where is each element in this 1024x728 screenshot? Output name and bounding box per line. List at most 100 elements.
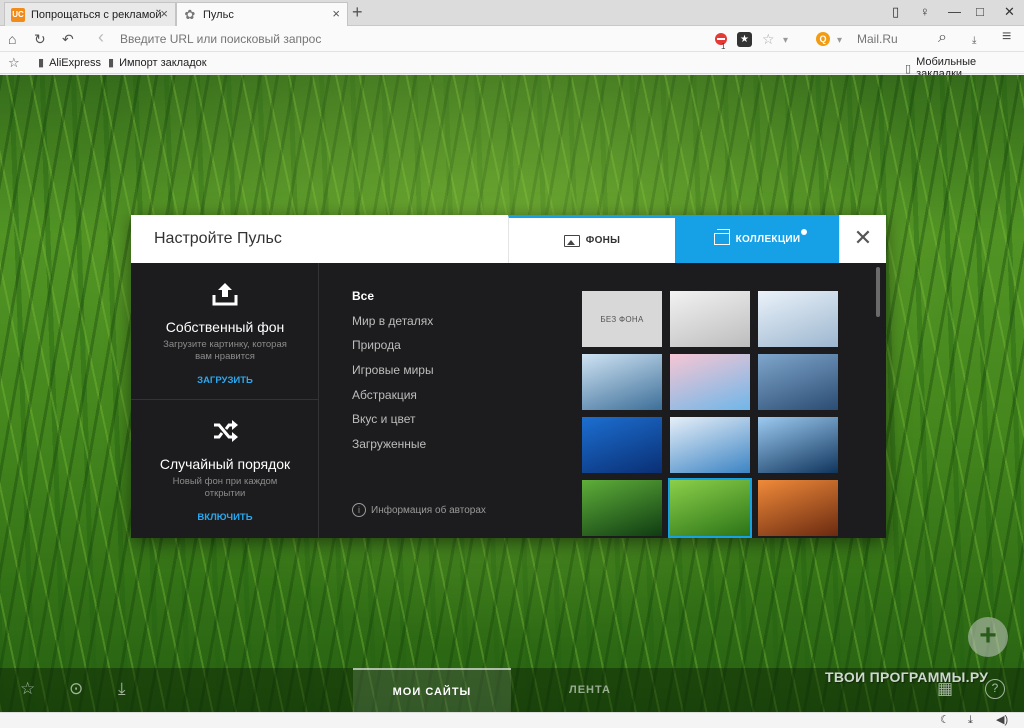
customize-pulse-dialog: Настройте Пульс ФОНЫ КОЛЛЕКЦИИ ✕ Собстве… [131, 215, 886, 538]
tab-label: Попрощаться с рекламой [31, 8, 162, 21]
random-order-section: Случайный порядок Новый фон при каждом о… [131, 400, 319, 538]
own-background-desc: Загрузите картинку, которая вам нравится [163, 339, 287, 362]
uc-icon: UC [11, 7, 25, 22]
thumbnail-cherry-blossom[interactable] [670, 354, 750, 410]
dialog-header: Настройте Пульс ФОНЫ КОЛЛЕКЦИИ ✕ [131, 215, 886, 263]
close-tab-icon[interactable]: × [160, 7, 168, 20]
address-bar: ⌂ ↻ ↶ ‹ 1 ★ ☆ ▾ Q ▾ ⌕ ⤓ ≡ [0, 26, 1024, 52]
thumbnail-blue-petals[interactable] [758, 354, 838, 410]
own-background-title: Собственный фон [165, 319, 285, 335]
options-panel: Собственный фон Загрузите картинку, кото… [131, 263, 319, 538]
category-world-details[interactable]: Мир в деталях [352, 314, 434, 339]
shuffle-icon [214, 420, 238, 442]
tab-pulse[interactable]: ✿ Пульс × [176, 2, 348, 26]
page-icon: ▮ [38, 57, 45, 69]
bookmark-aliexpress[interactable]: ▮ AliExpress [38, 56, 102, 70]
thumbnail-snow-mountain[interactable] [582, 354, 662, 410]
bookmark-import[interactable]: ▮ Импорт закладок [108, 56, 207, 70]
skin-icon[interactable]: ♀ [920, 4, 930, 20]
category-nature[interactable]: Природа [352, 338, 434, 363]
info-icon: i [352, 503, 366, 517]
tab-label: КОЛЛЕКЦИИ [735, 233, 801, 245]
volume-icon[interactable]: ◀) [996, 714, 1008, 727]
chevron-down-icon[interactable]: ▾ [837, 32, 842, 50]
search-icon[interactable]: ⌕ [938, 29, 947, 47]
scrollbar[interactable] [872, 263, 886, 538]
thumbnail-no-background[interactable]: БЕЗ ФОНА [582, 291, 662, 347]
bookmark-label: AliExpress [49, 56, 102, 69]
thumbnail-ice-cave[interactable] [758, 417, 838, 473]
tab-ad-block[interactable]: UC Попрощаться с рекламой × [4, 2, 176, 26]
maximize-button[interactable]: □ [976, 4, 984, 20]
bookmark-star-icon[interactable]: ☆ [762, 30, 775, 48]
dialog-body: Собственный фон Загрузите картинку, кото… [131, 263, 886, 538]
bookmarks-bar: ☆ ▮ AliExpress ▮ Импорт закладок ▯ Мобил… [0, 52, 1024, 80]
bookmark-label: Импорт закладок [119, 56, 207, 69]
random-order-desc: Новый фон при каждом открытии [172, 476, 278, 499]
url-input[interactable] [120, 30, 710, 48]
minimize-button[interactable]: — [948, 4, 961, 20]
thumbnail-white-waves[interactable] [670, 291, 750, 347]
menu-icon[interactable]: ≡ [1002, 28, 1011, 46]
close-window-button[interactable]: ✕ [1004, 4, 1015, 20]
reload-icon[interactable]: ↻ [34, 30, 46, 48]
scrollbar-thumb[interactable] [876, 267, 880, 317]
own-background-section: Собственный фон Загрузите картинку, кото… [131, 263, 319, 400]
pin-icon[interactable]: ▯ [892, 4, 899, 20]
mobile-icon: ▯ [905, 62, 912, 75]
thumbnail-snowy-peaks[interactable] [670, 417, 750, 473]
tab-label: Пульс [203, 8, 234, 21]
tab-collections[interactable]: КОЛЛЕКЦИИ [675, 215, 839, 263]
gear-icon: ✿ [184, 6, 196, 22]
thumbnail-blue-layers[interactable] [582, 417, 662, 473]
authors-label: Информация об авторах [371, 504, 486, 516]
night-mode-icon[interactable]: ☾ [940, 714, 950, 727]
upload-link[interactable]: ЗАГРУЗИТЬ [197, 375, 253, 386]
download-icon[interactable]: ⤓ [972, 32, 976, 50]
add-site-button[interactable]: + [968, 617, 1008, 657]
adblock-count: 1 [721, 42, 726, 51]
close-tab-icon[interactable]: × [332, 7, 340, 20]
history-icon[interactable]: ⊙ [69, 679, 83, 699]
category-taste-color[interactable]: Вкус и цвет [352, 412, 434, 437]
tab-my-sites[interactable]: МОИ САЙТЫ [353, 668, 511, 712]
category-game-worlds[interactable]: Игровые миры [352, 363, 434, 388]
enable-link[interactable]: ВКЛЮЧИТЬ [197, 512, 252, 523]
status-bar: ☾ ⤓ ◀) [0, 712, 1024, 728]
notification-dot [801, 229, 807, 235]
category-abstraction[interactable]: Абстракция [352, 388, 434, 413]
random-order-title: Случайный порядок [159, 456, 291, 472]
home-icon[interactable]: ⌂ [8, 30, 16, 48]
undo-close-icon[interactable]: ↶ [62, 30, 74, 48]
upload-icon [212, 283, 238, 306]
add-bookmark-icon[interactable]: ☆ [8, 55, 20, 71]
thumbnail-grass[interactable] [668, 478, 752, 538]
collections-icon [713, 229, 730, 245]
favorites-icon[interactable]: ★ [737, 32, 752, 47]
search-input[interactable] [857, 30, 937, 48]
folder-icon: ▮ [108, 57, 115, 69]
favorites-icon[interactable]: ☆ [20, 679, 35, 699]
back-icon[interactable]: ‹ [98, 28, 104, 46]
image-icon [563, 234, 580, 247]
downloads-icon[interactable]: ⤓ [118, 679, 126, 699]
new-tab-button[interactable]: + [352, 3, 363, 21]
search-engine-icon[interactable]: Q [816, 32, 830, 46]
chevron-down-icon[interactable]: ▾ [783, 32, 788, 50]
thumbnail-winter-branch[interactable] [758, 291, 838, 347]
category-uploaded[interactable]: Загруженные [352, 437, 434, 462]
pulse-page-background: Настройте Пульс ФОНЫ КОЛЛЕКЦИИ ✕ Собстве… [0, 75, 1024, 712]
dialog-title: Настройте Пульс [154, 230, 282, 247]
download-icon[interactable]: ⤓ [968, 714, 973, 727]
no-background-label: БЕЗ ФОНА [582, 291, 662, 347]
close-dialog-button[interactable]: ✕ [839, 215, 886, 263]
tab-backgrounds[interactable]: ФОНЫ [508, 215, 675, 263]
tab-feed[interactable]: ЛЕНТА [511, 668, 669, 712]
authors-info-link[interactable]: i Информация об авторах [352, 503, 486, 517]
category-all[interactable]: Все [352, 289, 434, 314]
tab-strip: UC Попрощаться с рекламой × ✿ Пульс × + … [0, 0, 1024, 26]
thumbnail-green-leaf[interactable] [582, 480, 662, 536]
thumbnail-orange-sunset[interactable] [758, 480, 838, 536]
tab-label: ФОНЫ [585, 235, 621, 246]
watermark: ТВОИ ПРОГРАММЫ.РУ [825, 669, 989, 685]
